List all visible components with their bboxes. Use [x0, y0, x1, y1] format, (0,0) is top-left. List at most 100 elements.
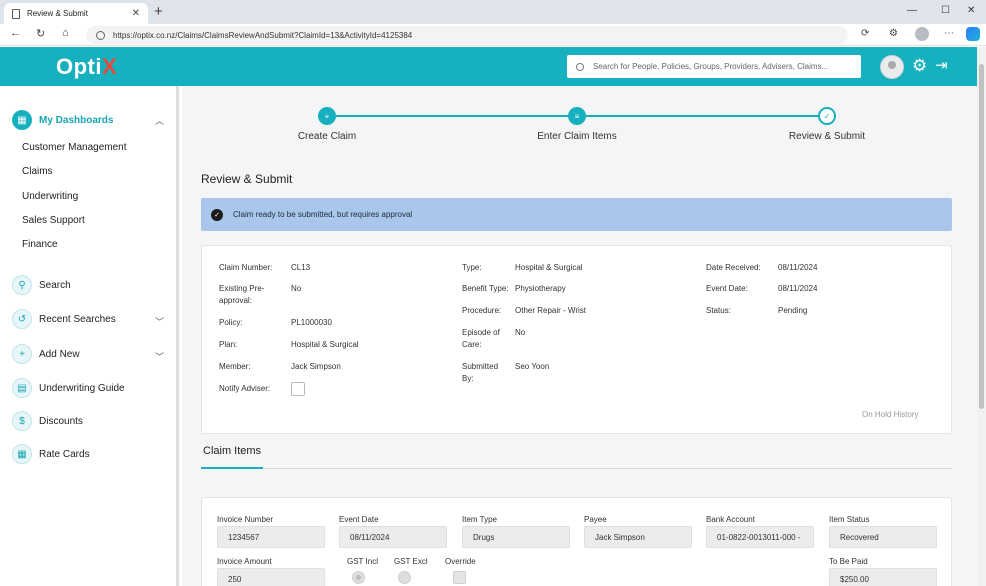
sidebar-item-label: My Dashboards: [39, 114, 114, 126]
pre-approval-value: No: [291, 284, 302, 293]
address-bar[interactable]: https://optix.co.nz/Claims/ClaimsReviewA…: [86, 26, 848, 44]
step-label-create-claim[interactable]: Create Claim: [257, 131, 397, 142]
close-tab-icon[interactable]: ✕: [132, 8, 140, 19]
page-scrollbar[interactable]: [977, 47, 986, 586]
search-icon: ⚲: [12, 275, 32, 295]
claim-number-value: CL13: [291, 263, 311, 272]
sidebar-item-my-dashboards[interactable]: ▦ My Dashboards: [12, 110, 113, 130]
item-status-field[interactable]: Recovered: [829, 526, 937, 548]
browser-tab-title: Review & Submit: [27, 9, 88, 18]
sidebar-item-claims[interactable]: Claims: [22, 166, 53, 177]
sidebar: ▦ My Dashboards ︿ Customer Management Cl…: [0, 86, 179, 586]
notify-adviser-label: Notify Adviser:: [219, 384, 271, 393]
extension-icon[interactable]: ⚙: [889, 28, 898, 39]
date-received-value: 08/11/2024: [778, 263, 818, 272]
browser-toolbar: ← ↻ ⌂ https://optix.co.nz/Claims/ClaimsR…: [0, 24, 986, 46]
sidebar-item-label: Underwriting Guide: [39, 382, 125, 394]
close-window-icon[interactable]: ✕: [967, 5, 975, 16]
sidebar-item-label: Search: [39, 279, 71, 291]
item-status-label: Item Status: [829, 515, 870, 524]
step-label-review-submit[interactable]: Review & Submit: [757, 131, 897, 142]
event-date-field[interactable]: 08/11/2024: [339, 526, 447, 548]
bank-account-label: Bank Account: [706, 515, 755, 524]
invoice-number-field[interactable]: 1234567: [217, 526, 325, 548]
optix-logo[interactable]: OptiX: [56, 54, 117, 80]
new-tab-icon[interactable]: +: [154, 4, 163, 20]
procedure-label: Procedure:: [462, 306, 502, 315]
chevron-down-icon[interactable]: ﹀: [155, 315, 164, 328]
sidebar-item-rate-cards[interactable]: ▦ Rate Cards: [12, 444, 90, 464]
step-review-check-icon[interactable]: ✓: [818, 107, 836, 125]
member-value[interactable]: Jack Simpson: [291, 362, 341, 371]
app-header: OptiX ⚙ ⇥: [0, 47, 980, 86]
gst-excl-radio[interactable]: [398, 571, 411, 584]
gst-excl-label: GST Excl: [394, 557, 428, 566]
on-hold-history-link[interactable]: On Hold History: [862, 410, 918, 419]
tab-divider: [201, 468, 952, 469]
type-value: Hospital & Surgical: [515, 263, 583, 272]
scrollbar-thumb[interactable]: [979, 64, 984, 409]
reload-icon[interactable]: ↻: [36, 27, 45, 40]
bank-account-field[interactable]: 01-0822-0013011-000 -: [706, 526, 814, 548]
event-date-label: Event Date:: [706, 284, 748, 293]
sidebar-item-underwriting[interactable]: Underwriting: [22, 191, 78, 202]
avatar[interactable]: [880, 55, 904, 79]
override-label: Override: [445, 557, 476, 566]
search-input[interactable]: [593, 62, 853, 71]
sidebar-item-search[interactable]: ⚲ Search: [12, 275, 71, 295]
chevron-down-icon[interactable]: ﹀: [155, 350, 164, 363]
event-date-field-label: Event Date: [339, 515, 379, 524]
sidebar-item-finance[interactable]: Finance: [22, 239, 58, 250]
browser-tab[interactable]: Review & Submit ✕: [4, 3, 148, 24]
step-label-enter-items[interactable]: Enter Claim Items: [507, 131, 647, 142]
sidebar-item-customer-management[interactable]: Customer Management: [22, 142, 127, 153]
gear-icon[interactable]: ⚙: [912, 56, 927, 76]
dollar-icon: $: [12, 411, 32, 431]
sidebar-item-recent-searches[interactable]: ↺ Recent Searches: [12, 309, 116, 329]
item-type-field[interactable]: Drugs: [462, 526, 570, 548]
sidebar-item-label: Add New: [39, 348, 80, 360]
minimize-icon[interactable]: —: [907, 5, 917, 16]
benefit-type-value: Physiotherapy: [515, 284, 566, 293]
submitted-by-label: Submitted By:: [462, 362, 499, 383]
back-icon[interactable]: ←: [10, 27, 21, 39]
plan-label: Plan:: [219, 340, 238, 349]
refresh-extension-icon[interactable]: ⟳: [861, 28, 869, 39]
profile-icon[interactable]: [915, 27, 929, 41]
main-content: + ≡ ✓ Create Claim Enter Claim Items Rev…: [182, 86, 977, 586]
episode-of-care-value: No: [515, 328, 526, 337]
policy-value[interactable]: PL1000030: [291, 318, 332, 327]
plus-circle-icon: +: [12, 344, 32, 364]
sidebar-item-underwriting-guide[interactable]: ▤ Underwriting Guide: [12, 378, 125, 398]
episode-of-care-label: Episode of Care:: [462, 328, 500, 349]
invoice-amount-label: Invoice Amount: [217, 557, 272, 566]
to-be-paid-field[interactable]: $250.00: [829, 568, 937, 586]
sidebar-item-discounts[interactable]: $ Discounts: [12, 411, 83, 431]
status-value: Pending: [778, 306, 808, 315]
more-menu-icon[interactable]: ⋯: [944, 28, 954, 39]
copilot-icon[interactable]: [966, 27, 980, 41]
step-create-claim-icon[interactable]: +: [318, 107, 336, 125]
maximize-icon[interactable]: ☐: [941, 5, 950, 16]
override-checkbox[interactable]: [453, 571, 466, 584]
chevron-up-icon[interactable]: ︿: [155, 114, 164, 127]
invoice-amount-field[interactable]: 250: [217, 568, 325, 586]
sidebar-item-sales-support[interactable]: Sales Support: [22, 215, 85, 226]
sidebar-item-add-new[interactable]: + Add New: [12, 344, 80, 364]
approval-alert: ✓ Claim ready to be submitted, but requi…: [201, 198, 952, 231]
member-label: Member:: [219, 362, 251, 371]
gst-incl-radio[interactable]: [352, 571, 365, 584]
payee-field[interactable]: Jack Simpson: [584, 526, 692, 548]
home-icon[interactable]: ⌂: [62, 27, 69, 39]
step-enter-items-icon[interactable]: ≡: [568, 107, 586, 125]
type-label: Type:: [462, 263, 482, 272]
invoice-number-label: Invoice Number: [217, 515, 274, 524]
item-type-label: Item Type: [462, 515, 497, 524]
pre-approval-label: Existing Pre-approval:: [219, 284, 265, 305]
logout-icon[interactable]: ⇥: [935, 56, 948, 76]
notify-adviser-checkbox[interactable]: [291, 382, 305, 396]
plan-value: Hospital & Surgical: [291, 340, 359, 349]
tab-claim-items[interactable]: Claim Items: [203, 445, 261, 457]
search-icon: [576, 62, 584, 71]
policy-label: Policy:: [219, 318, 243, 327]
